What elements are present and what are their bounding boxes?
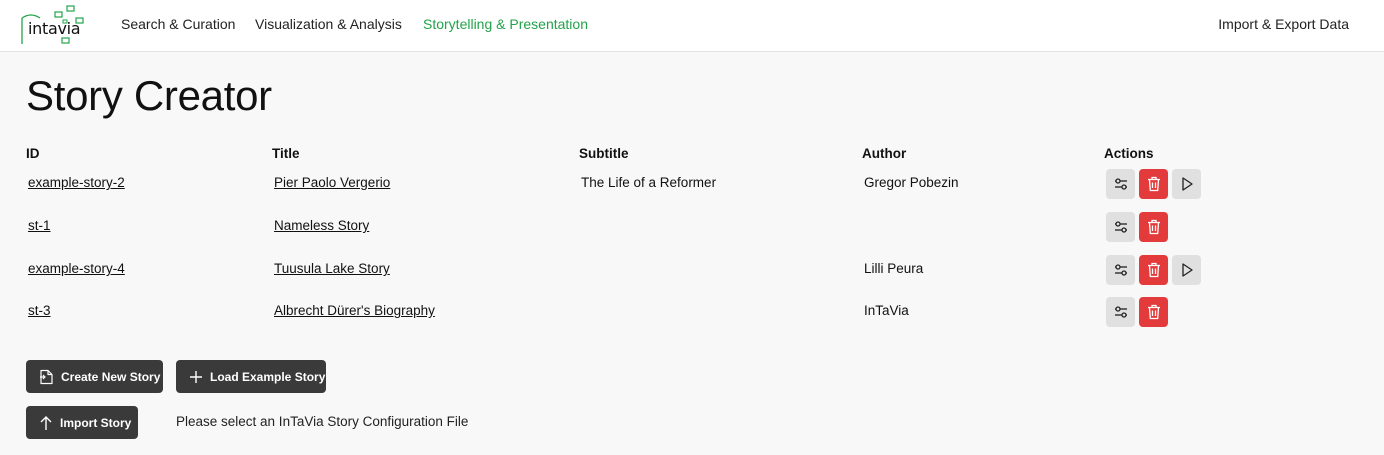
nav-storytelling-presentation[interactable]: Storytelling & Presentation [423, 16, 588, 32]
top-navigation-bar: intavia Search & Curation Visualization … [0, 0, 1384, 52]
story-title-link[interactable]: Pier Paolo Vergerio [274, 175, 390, 190]
play-story-button[interactable] [1172, 255, 1201, 285]
trash-icon [1147, 262, 1160, 278]
story-author: Lilli Peura [864, 261, 924, 276]
story-id-link[interactable]: st-3 [28, 303, 51, 318]
story-title-link[interactable]: Nameless Story [274, 218, 369, 233]
trash-icon [1147, 219, 1160, 235]
delete-story-button[interactable] [1139, 297, 1168, 327]
story-subtitle: The Life of a Reformer [581, 175, 717, 190]
story-id-link[interactable]: example-story-4 [28, 261, 125, 276]
arrow-up-icon [40, 415, 52, 430]
column-header-id: ID [26, 146, 40, 161]
story-id-link[interactable]: example-story-2 [28, 175, 125, 190]
create-new-story-label: Create New Story [61, 369, 161, 384]
column-header-actions: Actions [1104, 146, 1154, 161]
edit-story-button[interactable] [1106, 169, 1135, 199]
create-new-story-button[interactable]: Create New Story [26, 360, 163, 393]
play-icon [1181, 263, 1193, 277]
trash-icon [1147, 176, 1160, 192]
delete-story-button[interactable] [1139, 255, 1168, 285]
sliders-icon [1114, 306, 1127, 318]
delete-story-button[interactable] [1139, 169, 1168, 199]
play-story-button[interactable] [1172, 169, 1201, 199]
nav-visualization-analysis[interactable]: Visualization & Analysis [255, 16, 402, 32]
table-row: st-1 Nameless Story [0, 212, 1384, 255]
import-story-button[interactable]: Import Story [26, 406, 138, 439]
edit-story-button[interactable] [1106, 255, 1135, 285]
column-header-subtitle: Subtitle [579, 146, 629, 161]
delete-story-button[interactable] [1139, 212, 1168, 242]
table-row: st-3 Albrecht Dürer's Biography InTaVia [0, 297, 1384, 340]
story-title-link[interactable]: Albrecht Dürer's Biography [274, 303, 435, 318]
column-header-author: Author [862, 146, 907, 161]
import-story-label: Import Story [60, 415, 132, 430]
nav-import-export-data[interactable]: Import & Export Data [1218, 16, 1349, 32]
trash-icon [1147, 304, 1160, 320]
edit-story-button[interactable] [1106, 212, 1135, 242]
table-row: example-story-2 Pier Paolo Vergerio The … [0, 169, 1384, 212]
plus-icon [190, 370, 202, 383]
sliders-icon [1114, 221, 1127, 233]
story-title-link[interactable]: Tuusula Lake Story [274, 261, 390, 276]
logo-text: intavia [28, 19, 81, 38]
load-example-story-button[interactable]: Load Example Story [176, 360, 326, 393]
nav-search-curation[interactable]: Search & Curation [121, 16, 235, 32]
intavia-logo[interactable]: intavia [18, 4, 88, 48]
story-id-link[interactable]: st-1 [28, 218, 51, 233]
column-header-title: Title [272, 146, 300, 161]
story-author: InTaVia [864, 303, 909, 318]
sliders-icon [1114, 264, 1127, 276]
file-plus-icon [40, 369, 53, 384]
page-title: Story Creator [26, 72, 272, 119]
load-example-story-label: Load Example Story [210, 369, 326, 384]
story-author: Gregor Pobezin [864, 175, 959, 190]
import-hint-text: Please select an InTaVia Story Configura… [176, 414, 469, 429]
sliders-icon [1114, 178, 1127, 190]
play-icon [1181, 177, 1193, 191]
table-row: example-story-4 Tuusula Lake Story Lilli… [0, 255, 1384, 298]
edit-story-button[interactable] [1106, 297, 1135, 327]
